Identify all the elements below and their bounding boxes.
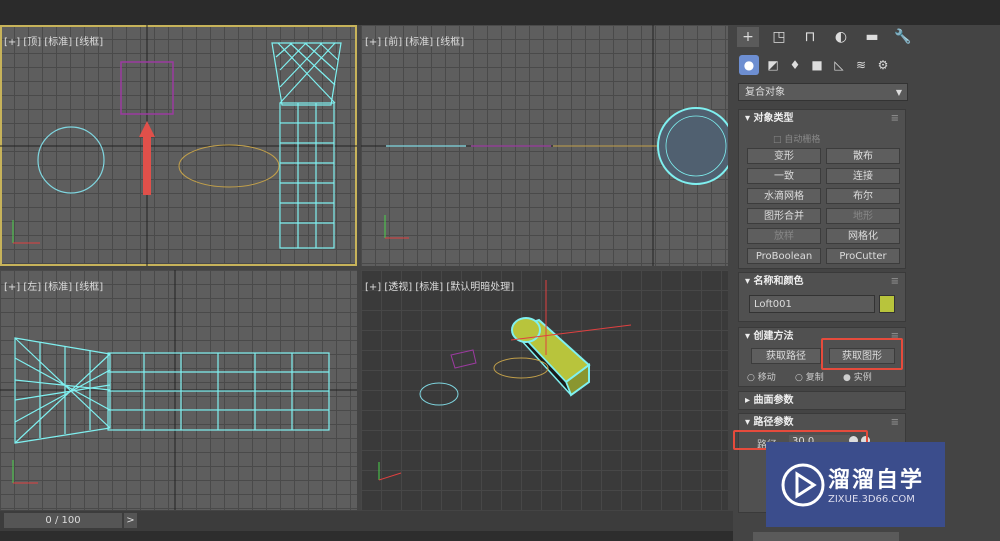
track-bar[interactable] bbox=[0, 531, 733, 541]
rollout-surface-params-header[interactable]: ▸ 曲面参数 bbox=[739, 392, 905, 410]
procutter-button[interactable]: ProCutter bbox=[826, 248, 900, 264]
helpers-icon[interactable]: ◺ bbox=[829, 55, 849, 75]
viewport-perspective[interactable]: [+] [透视] [标准] [默认明暗处理] bbox=[361, 270, 728, 510]
rollout-path-params-title: 路径参数 bbox=[753, 417, 794, 428]
rollout-collapsed-bottom bbox=[753, 532, 899, 541]
hierarchy-icon[interactable]: ⊓ bbox=[799, 27, 821, 47]
move-radio-label: 移动 bbox=[757, 373, 776, 383]
copy-radio[interactable]: ○ 复制 bbox=[795, 370, 824, 383]
object-name-input[interactable]: Loft001 bbox=[749, 295, 875, 313]
timeline: 0 / 100 > bbox=[0, 511, 733, 531]
create-subtabs: ● ◩ ♦ ■ ◺ ≋ ⚙ bbox=[733, 55, 1000, 77]
create-icon[interactable]: + bbox=[737, 27, 759, 47]
display-icon[interactable]: ▬ bbox=[861, 27, 883, 47]
viewport-top-label[interactable]: [+] [顶] [标准] [线框] bbox=[4, 33, 103, 48]
loft-button[interactable]: 放样 bbox=[747, 228, 821, 244]
utilities-icon[interactable]: 🔧 bbox=[892, 27, 914, 47]
get-path-button[interactable]: 获取路径 bbox=[751, 348, 821, 364]
highlight-get-shape bbox=[821, 338, 903, 370]
lights-icon[interactable]: ♦ bbox=[785, 55, 805, 75]
watermark-url: ZIXUE.3D66.COM bbox=[828, 494, 915, 505]
spacewarps-icon[interactable]: ≋ bbox=[851, 55, 871, 75]
category-dropdown[interactable]: 复合对象 ▼ bbox=[738, 83, 908, 101]
conform-button[interactable]: 一致 bbox=[747, 168, 821, 184]
top-viewport-scene bbox=[0, 25, 357, 266]
front-viewport-scene bbox=[361, 25, 728, 266]
viewport-front-label[interactable]: [+] [前] [标准] [线框] bbox=[365, 33, 464, 48]
play-logo-icon bbox=[781, 463, 825, 507]
object-color-swatch[interactable] bbox=[879, 295, 895, 313]
next-frame-button[interactable]: > bbox=[124, 513, 137, 528]
mesher-button[interactable]: 网格化 bbox=[826, 228, 900, 244]
copy-radio-label: 复制 bbox=[805, 373, 824, 383]
instance-radio[interactable]: ● 实例 bbox=[843, 370, 872, 383]
category-dropdown-value: 复合对象 bbox=[745, 87, 785, 98]
watermark: 溜溜自学 ZIXUE.3D66.COM bbox=[766, 442, 945, 527]
geometry-icon[interactable]: ● bbox=[739, 55, 759, 75]
modify-icon[interactable]: ◳ bbox=[768, 27, 790, 47]
instance-radio-label: 实例 bbox=[853, 373, 872, 383]
connect-button[interactable]: 连接 bbox=[826, 168, 900, 184]
viewport-top[interactable]: [+] [顶] [标准] [线框] bbox=[0, 25, 357, 266]
rollout-surface-params-title: 曲面参数 bbox=[753, 395, 794, 406]
watermark-title: 溜溜自学 bbox=[828, 468, 925, 493]
autogrid-label: 自动栅格 bbox=[784, 135, 821, 145]
shapes-icon[interactable]: ◩ bbox=[763, 55, 783, 75]
morph-button[interactable]: 变形 bbox=[747, 148, 821, 164]
chevron-down-icon: ▼ bbox=[895, 88, 902, 97]
rollout-object-type-title: 对象类型 bbox=[753, 113, 794, 124]
terrain-button[interactable]: 地形 bbox=[826, 208, 900, 224]
rollout-object-type: ▾ 对象类型 ≡ □ 自动栅格 变形 散布 一致 连接 水滴网格 布尔 图形合并 … bbox=[738, 109, 906, 269]
blobmesh-button[interactable]: 水滴网格 bbox=[747, 188, 821, 204]
rollout-name-color-title: 名称和颜色 bbox=[753, 276, 804, 287]
left-viewport-scene bbox=[0, 270, 357, 510]
viewport-front[interactable]: [+] [前] [标准] [线框] bbox=[361, 25, 728, 266]
rollout-name-color: ▾ 名称和颜色 ≡ Loft001 bbox=[738, 272, 906, 322]
cameras-icon[interactable]: ■ bbox=[807, 55, 827, 75]
shapemerge-button[interactable]: 图形合并 bbox=[747, 208, 821, 224]
boolean-button[interactable]: 布尔 bbox=[826, 188, 900, 204]
top-toolbar bbox=[0, 0, 1000, 25]
rollout-creation-method-title: 创建方法 bbox=[753, 331, 794, 342]
rollout-object-type-header[interactable]: ▾ 对象类型 ≡ bbox=[739, 110, 905, 128]
motion-icon[interactable]: ◐ bbox=[830, 27, 852, 47]
autogrid-checkbox[interactable]: □ 自动栅格 bbox=[773, 132, 820, 145]
viewport-perspective-label[interactable]: [+] [透视] [标准] [默认明暗处理] bbox=[365, 278, 514, 293]
move-radio[interactable]: ○ 移动 bbox=[747, 370, 776, 383]
rollout-name-color-header[interactable]: ▾ 名称和颜色 ≡ bbox=[739, 273, 905, 291]
rollout-surface-params: ▸ 曲面参数 bbox=[738, 391, 906, 410]
time-slider[interactable]: 0 / 100 bbox=[4, 513, 122, 528]
command-panel-tabs: + ◳ ⊓ ◐ ▬ 🔧 bbox=[733, 25, 1000, 49]
scatter-button[interactable]: 散布 bbox=[826, 148, 900, 164]
viewport-left[interactable]: [+] [左] [标准] [线框] bbox=[0, 270, 357, 510]
systems-icon[interactable]: ⚙ bbox=[873, 55, 893, 75]
viewport-left-label[interactable]: [+] [左] [标准] [线框] bbox=[4, 278, 103, 293]
perspective-viewport-scene bbox=[378, 280, 632, 481]
proboolean-button[interactable]: ProBoolean bbox=[747, 248, 821, 264]
